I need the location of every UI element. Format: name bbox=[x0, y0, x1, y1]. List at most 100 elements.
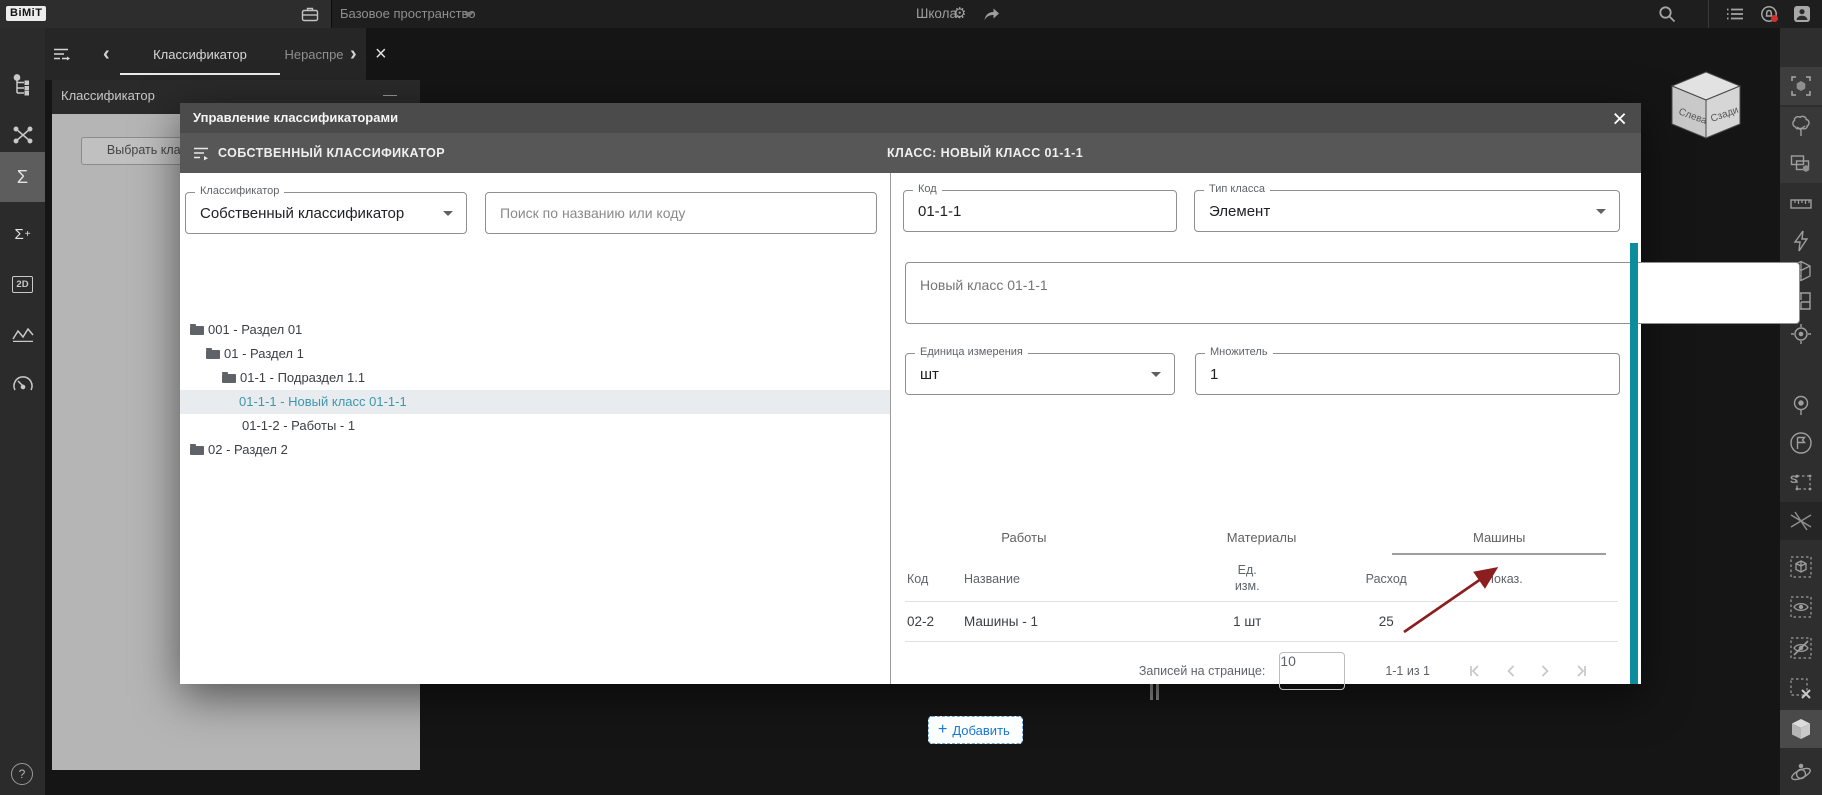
scroll-tabs-left-icon[interactable]: ‹ bbox=[103, 28, 110, 80]
unit-select[interactable]: Единица измерения шт bbox=[905, 346, 1175, 395]
classifier-tree: 001 - Раздел 01 01 - Раздел 1 01-1 - Под… bbox=[180, 318, 890, 462]
right-toolbar: S bbox=[1780, 28, 1822, 795]
visibility-icon[interactable] bbox=[1780, 588, 1822, 626]
vegetation-icon[interactable] bbox=[1780, 107, 1822, 145]
connections-icon[interactable] bbox=[0, 113, 45, 157]
graph-icon[interactable] bbox=[0, 312, 45, 356]
tab-list-menu-icon[interactable] bbox=[53, 28, 70, 80]
2d-glyph: 2D bbox=[12, 275, 33, 293]
plus-icon: + bbox=[938, 721, 948, 738]
notifications-icon[interactable] bbox=[1760, 5, 1779, 24]
notification-badge bbox=[1771, 15, 1778, 22]
profile-icon[interactable] bbox=[1793, 5, 1811, 23]
selection-display-icon[interactable] bbox=[1780, 145, 1822, 183]
panel-title: Классификатор bbox=[61, 88, 155, 103]
add-button[interactable]: + Добавить bbox=[928, 716, 1023, 744]
2d-mode-icon[interactable]: 2D bbox=[0, 262, 45, 306]
fit-view-icon[interactable] bbox=[1780, 67, 1822, 105]
tree-item[interactable]: 02 - Раздел 2 bbox=[180, 438, 890, 462]
next-page-icon[interactable] bbox=[1541, 665, 1550, 677]
chevron-right-glyph: › bbox=[350, 42, 357, 65]
flag-icon[interactable] bbox=[1780, 424, 1822, 462]
tree-item-label: 01 - Раздел 1 bbox=[224, 346, 304, 361]
tab-label: Материалы bbox=[1226, 530, 1297, 545]
selection-set-icon[interactable]: S bbox=[1780, 463, 1822, 501]
tab-classifier[interactable]: Классификатор bbox=[120, 28, 280, 80]
description-value: Новый класс 01-1-1 bbox=[920, 277, 1048, 293]
class-type-select[interactable]: Тип класса Элемент bbox=[1194, 183, 1620, 232]
minimize-icon[interactable]: — bbox=[383, 86, 397, 102]
tab-label: Машины bbox=[1472, 530, 1526, 545]
dialog-title: Управление классификаторами bbox=[193, 110, 399, 125]
tree-item-label: 02 - Раздел 2 bbox=[208, 442, 288, 457]
tree-item[interactable]: 01-1-2 - Работы - 1 bbox=[180, 414, 890, 438]
measure-icon[interactable] bbox=[1780, 185, 1822, 223]
dialog-scrollbar[interactable] bbox=[1630, 243, 1638, 684]
briefcase-icon[interactable] bbox=[301, 6, 319, 22]
panel-divider bbox=[890, 173, 891, 684]
settings-gear-icon[interactable]: ⚙ bbox=[953, 0, 966, 28]
tab-machines[interactable]: Машины bbox=[1380, 523, 1618, 555]
page-size-label: Записей на странице: bbox=[1138, 664, 1266, 678]
left-toolbar: Σ Σ + 2D ? bbox=[0, 28, 45, 795]
search-icon[interactable] bbox=[1658, 5, 1676, 23]
dialog-close-icon[interactable]: × bbox=[1612, 106, 1627, 132]
chevron-down-icon bbox=[1151, 372, 1161, 377]
code-field[interactable]: Код 01-1-1 bbox=[903, 183, 1177, 232]
axes-cross-icon[interactable] bbox=[1780, 502, 1822, 540]
close-glyph: × bbox=[375, 42, 387, 65]
multiplier-field[interactable]: Множитель 1 bbox=[1195, 346, 1620, 395]
solid-view-icon[interactable] bbox=[1780, 710, 1822, 748]
pagination: Записей на странице: 10 1-1 из 1 bbox=[905, 649, 1618, 693]
share-icon[interactable] bbox=[983, 7, 1000, 21]
class-type-value: Элемент bbox=[1209, 202, 1271, 220]
sort-menu-icon[interactable] bbox=[193, 146, 210, 161]
hide-box-icon[interactable] bbox=[1780, 548, 1822, 586]
chevron-down-icon bbox=[1596, 209, 1606, 214]
table-row[interactable]: 02-2 Машины - 1 1 шт 25 bbox=[905, 601, 1618, 642]
minimize-glyph: — bbox=[383, 86, 397, 102]
help-icon[interactable]: ? bbox=[11, 763, 33, 785]
document-tab-bar: ‹ Классификатор Нераспре › × bbox=[45, 28, 387, 80]
visibility-off-icon[interactable] bbox=[1780, 629, 1822, 667]
previous-page-icon[interactable] bbox=[1506, 665, 1515, 677]
tree-search-input[interactable] bbox=[486, 193, 876, 233]
model-structure-icon[interactable] bbox=[0, 63, 45, 107]
workspace-selector[interactable]: Базовое пространство bbox=[340, 0, 476, 28]
first-page-icon[interactable] bbox=[1468, 665, 1480, 677]
gauge-icon[interactable] bbox=[0, 362, 45, 406]
tab-unallocated[interactable]: Нераспре bbox=[283, 28, 345, 80]
column-header-name: Название bbox=[964, 572, 1020, 586]
last-page-icon[interactable] bbox=[1576, 665, 1588, 677]
classifier-select[interactable]: Классификатор Собственный классификатор bbox=[185, 185, 467, 234]
top-bar-left: BiMiT bbox=[0, 0, 331, 28]
tree-item[interactable]: 001 - Раздел 01 bbox=[180, 318, 890, 342]
tree-item-label: 001 - Раздел 01 bbox=[208, 322, 303, 337]
tab-materials[interactable]: Материалы bbox=[1143, 523, 1381, 555]
sum-glyph: Σ bbox=[16, 166, 29, 187]
tree-item[interactable]: 01-1 - Подраздел 1.1 bbox=[180, 366, 890, 390]
topbar-divider bbox=[1708, 0, 1709, 28]
orbit-icon[interactable] bbox=[1780, 755, 1822, 793]
sum-add-icon[interactable]: Σ + bbox=[0, 212, 45, 256]
tree-item[interactable]: 01 - Раздел 1 bbox=[180, 342, 890, 366]
tab-works[interactable]: Работы bbox=[905, 523, 1143, 555]
view-cube[interactable]: Слева Сзади bbox=[1666, 70, 1746, 140]
description-field[interactable]: Новый класс 01-1-1 bbox=[905, 262, 1800, 324]
sum-icon[interactable]: Σ bbox=[0, 152, 45, 202]
tree-item-label: 01-1 - Подраздел 1.1 bbox=[240, 370, 366, 385]
chevron-down-icon[interactable] bbox=[464, 12, 474, 17]
close-tab-icon[interactable]: × bbox=[375, 28, 387, 80]
cell-code: 02-2 bbox=[907, 613, 935, 629]
tab-label: Нераспре bbox=[284, 46, 344, 62]
column-header-consumption: Расход bbox=[1365, 572, 1407, 586]
dialog-body: Классификатор Собственный классификатор … bbox=[180, 173, 1800, 744]
delete-selection-icon[interactable] bbox=[1780, 670, 1822, 708]
tree-item-selected[interactable]: 01-1-1 - Новый класс 01-1-1 bbox=[180, 390, 890, 414]
multiplier-value: 1 bbox=[1210, 365, 1219, 383]
gps-icon[interactable] bbox=[1780, 386, 1822, 424]
scroll-tabs-right-icon[interactable]: › bbox=[350, 28, 357, 80]
list-icon[interactable] bbox=[1726, 5, 1744, 23]
page-size-select[interactable]: 10 bbox=[1279, 652, 1346, 690]
dialog-titlebar[interactable]: Управление классификаторами × bbox=[180, 103, 1641, 133]
